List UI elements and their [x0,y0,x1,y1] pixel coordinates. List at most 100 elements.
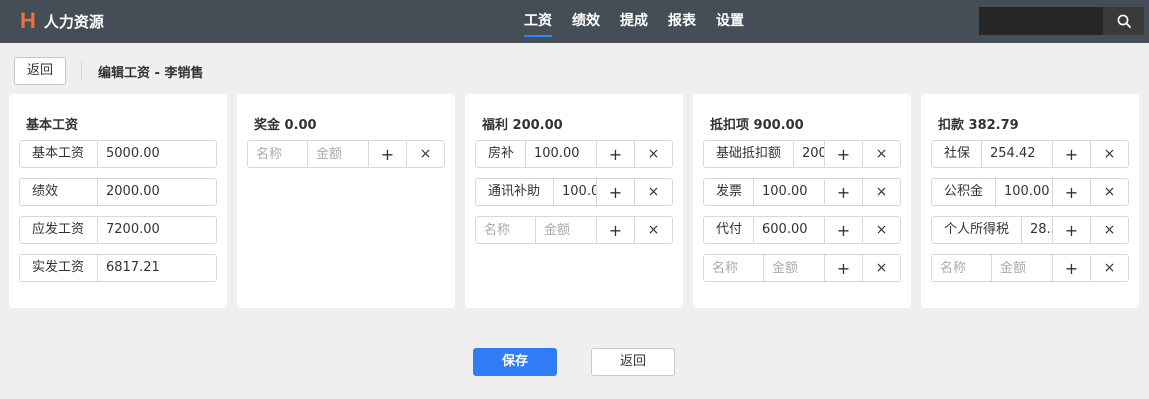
item-label: 代付 [704,217,754,243]
item-name-input[interactable] [932,255,992,281]
new-item-row: + × [247,140,445,168]
item-label: 基础抵扣额 [704,141,794,167]
item-row: 公积金 100.00 + × [931,178,1129,206]
app-logo[interactable]: H 人力资源 [20,10,104,32]
panel-bonus: 奖金 0.00 + × [237,94,455,308]
new-item-row: + × [703,254,901,282]
add-item-button[interactable]: + [596,141,634,167]
search-button[interactable] [1103,7,1144,35]
item-label: 个人所得税 [932,217,1022,243]
remove-item-button[interactable]: × [862,179,900,205]
header-divider [81,61,82,81]
panel-title: 奖金 0.00 [254,118,317,133]
panel-title: 抵扣项 900.00 [710,118,804,133]
field-value[interactable]: 5000.00 [98,141,216,167]
item-label: 公积金 [932,179,996,205]
item-value[interactable]: 254.42 [982,141,1052,167]
item-value[interactable]: 100.00 [754,179,824,205]
field-value[interactable]: 2000.00 [98,179,216,205]
field-value[interactable]: 7200.00 [98,217,216,243]
item-row: 社保 254.42 + × [931,140,1129,168]
item-row: 基础抵扣额 200.00 + × [703,140,901,168]
panel-title: 福利 200.00 [482,118,563,133]
item-row: 代付 600.00 + × [703,216,901,244]
search-input[interactable] [979,7,1103,35]
remove-item-button[interactable]: × [634,179,672,205]
panel-title: 扣款 382.79 [938,118,1019,133]
remove-item-button[interactable]: × [1090,179,1128,205]
item-value[interactable]: 100.00 [554,179,596,205]
add-item-button[interactable]: + [1052,179,1090,205]
field-row: 应发工资 7200.00 [19,216,217,244]
item-label: 社保 [932,141,982,167]
field-value[interactable]: 6817.21 [98,255,216,281]
item-label: 房补 [476,141,526,167]
add-item-button[interactable]: + [824,255,862,281]
remove-item-button[interactable]: × [634,217,672,243]
remove-item-button[interactable]: × [862,217,900,243]
field-label: 实发工资 [20,255,98,281]
panel-deduction-items: 抵扣项 900.00 基础抵扣额 200.00 + × 发票 100.00 + … [693,94,911,308]
item-row: 通讯补助 100.00 + × [475,178,673,206]
field-row: 基本工资 5000.00 [19,140,217,168]
item-amount-input[interactable] [764,255,824,281]
item-value[interactable]: 100.00 [526,141,596,167]
nav-item-salary[interactable]: 工资 [524,0,552,43]
field-row: 绩效 2000.00 [19,178,217,206]
remove-item-button[interactable]: × [862,141,900,167]
item-value[interactable]: 100.00 [996,179,1052,205]
remove-item-button[interactable]: × [1090,217,1128,243]
item-value[interactable]: 200.00 [794,141,824,167]
add-item-button[interactable]: + [1052,217,1090,243]
panel-basic-salary: 基本工资 基本工资 5000.00 绩效 2000.00 应发工资 7200.0… [9,94,227,308]
panel-welfare: 福利 200.00 房补 100.00 + × 通讯补助 100.00 + × … [465,94,683,308]
page-title: 编辑工资 - 李销售 [98,66,204,81]
new-item-row: + × [475,216,673,244]
back-button[interactable]: 返回 [591,348,675,376]
item-label: 通讯补助 [476,179,554,205]
item-name-input[interactable] [704,255,764,281]
field-label: 应发工资 [20,217,98,243]
item-name-input[interactable] [476,217,536,243]
main-nav: 工资 绩效 提成 报表 设置 [524,0,764,43]
back-button-top[interactable]: 返回 [14,57,66,85]
item-row: 发票 100.00 + × [703,178,901,206]
add-item-button[interactable]: + [596,217,634,243]
add-item-button[interactable]: + [1052,141,1090,167]
nav-item-performance[interactable]: 绩效 [572,0,600,43]
add-item-button[interactable]: + [824,141,862,167]
item-amount-input[interactable] [992,255,1052,281]
remove-item-button[interactable]: × [1090,141,1128,167]
item-value[interactable]: 28.37 [1022,217,1052,243]
add-item-button[interactable]: + [824,217,862,243]
remove-item-button[interactable]: × [862,255,900,281]
add-item-button[interactable]: + [1052,255,1090,281]
search-box [979,7,1144,35]
top-navigation-bar: H 人力资源 工资 绩效 提成 报表 设置 [0,0,1149,43]
remove-item-button[interactable]: × [634,141,672,167]
remove-item-button[interactable]: × [406,141,444,167]
item-row: 房补 100.00 + × [475,140,673,168]
nav-item-reports[interactable]: 报表 [668,0,696,43]
item-name-input[interactable] [248,141,308,167]
add-item-button[interactable]: + [824,179,862,205]
item-row: 个人所得税 28.37 + × [931,216,1129,244]
new-item-row: + × [931,254,1129,282]
nav-item-settings[interactable]: 设置 [716,0,744,43]
nav-item-commission[interactable]: 提成 [620,0,648,43]
panel-deductions: 扣款 382.79 社保 254.42 + × 公积金 100.00 + × 个… [921,94,1139,308]
field-label: 基本工资 [20,141,98,167]
logo-icon: H [20,8,36,33]
add-item-button[interactable]: + [368,141,406,167]
item-amount-input[interactable] [308,141,368,167]
remove-item-button[interactable]: × [1090,255,1128,281]
field-label: 绩效 [20,179,98,205]
save-button[interactable]: 保存 [473,348,557,376]
item-amount-input[interactable] [536,217,596,243]
field-row: 实发工资 6817.21 [19,254,217,282]
app-title: 人力资源 [43,12,104,31]
panel-title: 基本工资 [26,118,79,133]
item-value[interactable]: 600.00 [754,217,824,243]
item-label: 发票 [704,179,754,205]
add-item-button[interactable]: + [596,179,634,205]
